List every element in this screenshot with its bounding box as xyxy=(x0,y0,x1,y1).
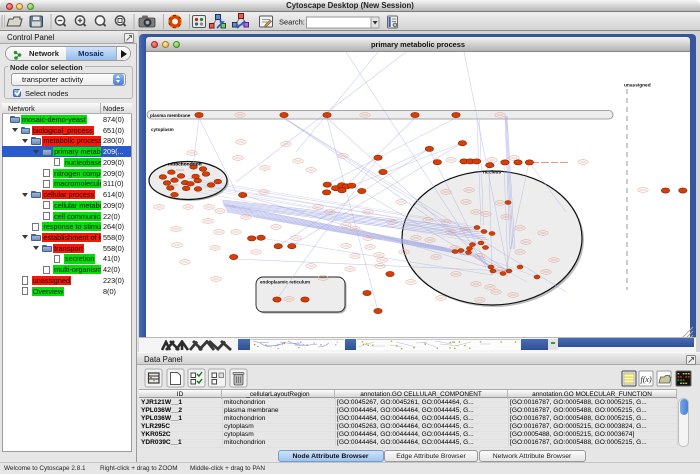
svg-text:nucleus: nucleus xyxy=(483,170,501,176)
svg-text:endoplasmic reticulum: endoplasmic reticulum xyxy=(260,280,310,285)
svg-text:unassigned: unassigned xyxy=(624,83,651,89)
svg-text:Search:: Search: xyxy=(279,18,305,27)
svg-text:f(x): f(x) xyxy=(641,375,652,384)
svg-text:plasma membrane: plasma membrane xyxy=(150,113,191,118)
svg-text:mitochondrion: mitochondrion xyxy=(168,162,202,168)
svg-text:cytoplasm: cytoplasm xyxy=(151,127,174,132)
